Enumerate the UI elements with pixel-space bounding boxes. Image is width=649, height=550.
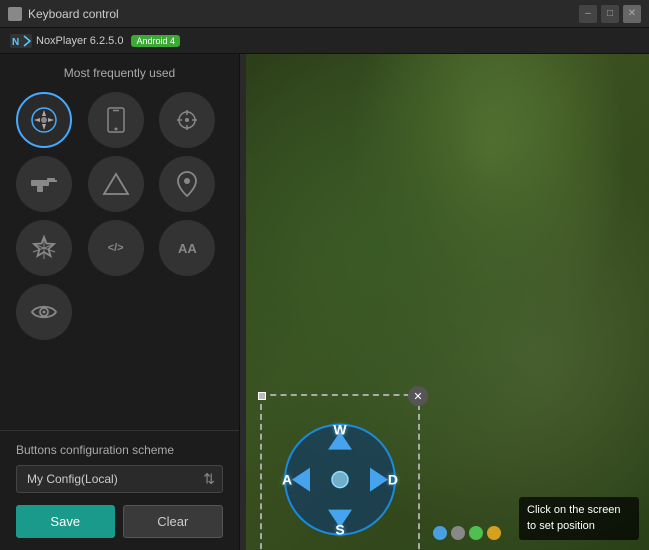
- most-used-label: Most frequently used: [0, 54, 239, 88]
- icon-grid: </> AA: [0, 88, 239, 344]
- save-button[interactable]: Save: [16, 505, 115, 538]
- triangle-icon-btn[interactable]: [88, 156, 144, 212]
- crosshair-icon-btn[interactable]: [159, 92, 215, 148]
- main-content: Most frequently used: [0, 54, 649, 550]
- wasd-d-key: D: [388, 471, 398, 487]
- game-area[interactable]: ✕: [246, 54, 649, 550]
- svg-text:N: N: [12, 37, 19, 48]
- location-icon-btn[interactable]: [159, 156, 215, 212]
- mobile-svg: [104, 106, 128, 134]
- joystick-icon-btn[interactable]: [16, 92, 72, 148]
- wasd-a-key: A: [282, 471, 292, 487]
- android-badge: Android 4: [131, 35, 180, 47]
- tooltip-box: Click on the screen to set position: [519, 497, 639, 540]
- code-icon-btn[interactable]: </>: [88, 220, 144, 276]
- gun-icon-btn[interactable]: [16, 156, 72, 212]
- dot-4: [487, 526, 501, 540]
- title-bar-controls: – □ ✕: [579, 5, 641, 23]
- dot-3: [469, 526, 483, 540]
- config-label: Buttons configuration scheme: [16, 443, 223, 457]
- dot-indicators: [433, 526, 501, 540]
- wasd-labels: W A S D: [280, 419, 400, 539]
- code-label: </>: [108, 242, 124, 254]
- title-bar-text: Keyboard control: [28, 7, 119, 21]
- title-bar-icon: [8, 7, 22, 21]
- gun-svg: [29, 173, 59, 195]
- close-button[interactable]: ✕: [623, 5, 641, 23]
- nox-version-text: NoxPlayer 6.2.5.0: [36, 35, 123, 47]
- title-bar: Keyboard control – □ ✕: [0, 0, 649, 28]
- config-select-wrap: My Config(Local) Default Config ⇅: [16, 465, 223, 493]
- location-svg: [176, 170, 198, 198]
- action-buttons: Save Clear: [16, 505, 223, 538]
- star-svg: [30, 234, 58, 262]
- triangle-svg: [102, 170, 130, 198]
- left-panel: Most frequently used: [0, 54, 240, 550]
- config-select[interactable]: My Config(Local) Default Config: [16, 465, 223, 493]
- nox-logo: N NoxPlayer 6.2.5.0 Android 4: [10, 34, 180, 48]
- dot-2: [451, 526, 465, 540]
- wasd-close-button[interactable]: ✕: [408, 386, 428, 406]
- wasd-overlay[interactable]: ✕: [260, 394, 420, 550]
- eye-svg: [30, 302, 58, 322]
- tooltip-text: Click on the screen to set position: [527, 504, 621, 531]
- text-label: AA: [178, 241, 197, 256]
- clear-button[interactable]: Clear: [123, 505, 224, 538]
- maximize-button[interactable]: □: [601, 5, 619, 23]
- nox-bar: N NoxPlayer 6.2.5.0 Android 4: [0, 28, 649, 54]
- wasd-border: ✕: [260, 394, 420, 550]
- wasd-s-key: S: [335, 521, 344, 537]
- joystick-svg: [30, 106, 58, 134]
- nox-logo-icon: N: [10, 34, 32, 48]
- config-section: Buttons configuration scheme My Config(L…: [0, 430, 239, 550]
- resize-handle-tl[interactable]: [258, 392, 266, 400]
- star-icon-btn[interactable]: [16, 220, 72, 276]
- dot-1: [433, 526, 447, 540]
- divider-area: [0, 344, 239, 430]
- text-icon-btn[interactable]: AA: [159, 220, 215, 276]
- wasd-w-key: W: [333, 421, 346, 437]
- mobile-icon-btn[interactable]: [88, 92, 144, 148]
- eye-icon-btn[interactable]: [16, 284, 72, 340]
- minimize-button[interactable]: –: [579, 5, 597, 23]
- crosshair-svg: [173, 106, 201, 134]
